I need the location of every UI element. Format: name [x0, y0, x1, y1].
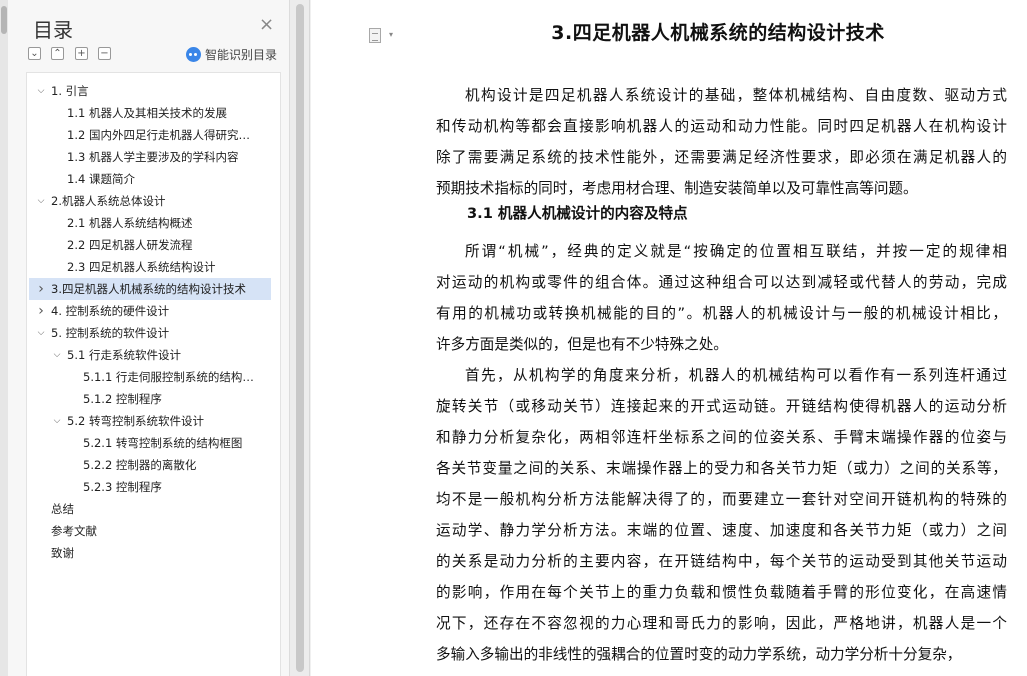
toc-item[interactable]: 1.2 国内外四足行走机器人得研究… [27, 124, 280, 146]
remove-heading-button[interactable]: − [98, 47, 111, 60]
paragraph-line: 首先，从机构学的角度来分析，机器人的机械结构可以看作有一系列连杆通过 [465, 367, 1007, 384]
paragraph-line: 除了需要满足系统的技术性能外，还需要满足经济性要求，即必须在满足机器人的 [436, 149, 1007, 166]
toc-item-label: 参考文献 [51, 524, 97, 538]
collapse-all-button[interactable]: ⌃ [51, 47, 64, 60]
paragraph-line: 多输入多输出的非线性的强耦合的位置时变的动力学系统，动力学分析十分复杂， [436, 646, 962, 663]
toc-item[interactable]: 5.2.2 控制器的离散化 [27, 454, 280, 476]
paragraph-1: 机构设计是四足机器人系统设计的基础，整体机械结构、自由度数、驱动方式和传动机构等… [436, 80, 1007, 204]
toc-item-label: 2.1 机器人系统结构概述 [67, 216, 193, 230]
toc-item[interactable]: ⌵ 5. 控制系统的软件设计 [27, 322, 280, 344]
paragraph-line: 均不是一般机构分析方法能解决得了的，而要建立一套针对空间开链机构的特殊的 [436, 491, 1007, 508]
toc-item[interactable]: 5.2.1 转弯控制系统的结构框图 [27, 432, 280, 454]
paragraph-line: 各关节变量之间的关系、末端操作器上的受力和各关节力矩（或力）之间的关系等， [436, 460, 1007, 477]
toc-item[interactable]: 1.3 机器人学主要涉及的学科内容 [27, 146, 280, 168]
toc-item[interactable]: › 4. 控制系统的硬件设计 [27, 300, 280, 322]
paragraph-line: 和传动机构等都会直接影响机器人的运动和动力性能。同时四足机器人在机构设计 [436, 118, 1007, 135]
paragraph-line: 所谓“机械”，经典的定义就是“按确定的位置相互联结，并按一定的规律相 [465, 243, 1007, 260]
paragraph-line: 的关系是动力分析的主要内容，在开链结构中，每个关节的运动受到其他关节运动 [436, 553, 1007, 570]
paragraph-3: 首先，从机构学的角度来分析，机器人的机械结构可以看作有一系列连杆通过旋转关节（或… [436, 360, 1007, 670]
toc-item-label: 致谢 [51, 546, 74, 560]
left-scrollbar-thumb[interactable] [1, 6, 7, 34]
toc-item[interactable]: 总结 [27, 498, 280, 520]
toc-item-label: 1.3 机器人学主要涉及的学科内容 [67, 150, 239, 164]
toc-item[interactable]: 1.4 课题简介 [27, 168, 280, 190]
toc-panel: 目录 × ⌄ ⌃ + − 智能识别目录 ⌵ 1. 引言 1.1 机器人及其相关技术的… [0, 0, 290, 676]
chevron-down-icon[interactable]: ⌵ [51, 344, 63, 366]
toc-scrollbar[interactable] [290, 0, 310, 676]
toc-item-label: 3.四足机器人机械系统的结构设计技术 [51, 282, 246, 296]
toc-item[interactable]: ⌵ 2.机器人系统总体设计 [27, 190, 280, 212]
smart-toc-label: 智能识别目录 [205, 48, 278, 62]
toc-item-label: 2.机器人系统总体设计 [51, 194, 166, 208]
paragraph-line: 机构设计是四足机器人系统设计的基础，整体机械结构、自由度数、驱动方式 [465, 87, 1007, 104]
paragraph-line: 对运动的机构或零件的组合体。通过这种组合可以达到减轻或代替人的劳动，完成 [436, 274, 1007, 291]
chevron-down-icon[interactable]: ⌵ [35, 80, 47, 102]
toc-item[interactable]: ⌵ 5.2 转弯控制系统软件设计 [27, 410, 280, 432]
toc-item[interactable]: › 3.四足机器人机械系统的结构设计技术 [29, 278, 271, 300]
paragraph-line: 运动学、静力学分析方法。末端的位置、速度、加速度和各关节力矩（或力）之间 [436, 522, 1007, 539]
toc-item-label: 5.1.2 控制程序 [83, 392, 162, 406]
paragraph-line: 许多方面是类似的，但是也有不少特殊之处。 [436, 336, 728, 353]
chevron-right-icon[interactable]: › [35, 300, 47, 322]
toc-item-label: 5.1.1 行走伺服控制系统的结构… [83, 370, 254, 384]
chevron-down-icon[interactable]: ⌵ [35, 190, 47, 212]
toc-item-label: 5.2.2 控制器的离散化 [83, 458, 197, 472]
close-icon[interactable]: × [259, 16, 274, 34]
toc-item-label: 1. 引言 [51, 84, 89, 98]
paragraph-line: 和静力分析复杂化，两相邻连杆坐标系之间的位姿关系、手臂末端操作器的位姿与 [436, 429, 1007, 446]
toc-item[interactable]: 5.2.3 控制程序 [27, 476, 280, 498]
toc-item-label: 5. 控制系统的软件设计 [51, 326, 170, 340]
toc-item[interactable]: 5.1.2 控制程序 [27, 388, 280, 410]
paragraph-line: 的影响，作用在每个关节上的重力负载和惯性负载随着手臂的形位变化，在高速情 [436, 584, 1007, 601]
toc-item[interactable]: 2.3 四足机器人系统结构设计 [27, 256, 280, 278]
toc-item-label: 5.2.1 转弯控制系统的结构框图 [83, 436, 243, 450]
toc-item[interactable]: 1.1 机器人及其相关技术的发展 [27, 102, 280, 124]
section-heading: 3.1 机器人机械设计的内容及特点 [467, 205, 688, 222]
document-page: ▾ 3.四足机器人机械系统的结构设计技术 机构设计是四足机器人系统设计的基础，整… [311, 0, 1027, 676]
chevron-right-icon[interactable]: › [35, 278, 47, 300]
toc-item-label: 5.2 转弯控制系统软件设计 [67, 414, 204, 428]
toc-scrollbar-thumb[interactable] [296, 4, 304, 672]
toc-item-label: 4. 控制系统的硬件设计 [51, 304, 170, 318]
toc-item-label: 1.4 课题简介 [67, 172, 135, 186]
paragraph-line: 有用的机械功或转换机械能的目的”。机器人的机械设计与一般的机械设计相比， [436, 305, 1007, 322]
ai-assistant-icon [186, 47, 201, 62]
paragraph-line: 旋转关节（或移动关节）连接起来的开式运动链。开链结构使得机器人的运动分析 [436, 398, 1007, 415]
toc-item-label: 1.2 国内外四足行走机器人得研究… [67, 128, 250, 142]
chevron-down-icon[interactable]: ⌵ [51, 410, 63, 432]
smart-toc-button[interactable]: 智能识别目录 [186, 46, 277, 63]
toc-item[interactable]: 5.1.1 行走伺服控制系统的结构… [27, 366, 280, 388]
toc-item[interactable]: 致谢 [27, 542, 280, 564]
toc-item-label: 5.2.3 控制程序 [83, 480, 162, 494]
toc-item[interactable]: ⌵ 5.1 行走系统软件设计 [27, 344, 280, 366]
add-heading-button[interactable]: + [75, 47, 88, 60]
paragraph-line: 预期技术指标的同时，考虑用材合理、制造安装简单以及可靠性高等问题。 [436, 180, 918, 197]
toc-item[interactable]: 2.1 机器人系统结构概述 [27, 212, 280, 234]
paragraph-line: 况下，还存在不容忽视的力心理和哥氏力的影响，因此，严格地讲，机器人是一个 [436, 615, 1007, 632]
toc-item-label: 1.1 机器人及其相关技术的发展 [67, 106, 227, 120]
toc-item-label: 5.1 行走系统软件设计 [67, 348, 181, 362]
toc-item[interactable]: ⌵ 1. 引言 [27, 80, 280, 102]
toc-item-label: 2.3 四足机器人系统结构设计 [67, 260, 216, 274]
paragraph-2: 所谓“机械”，经典的定义就是“按确定的位置相互联结，并按一定的规律相对运动的机构… [436, 236, 1007, 360]
chevron-down-icon[interactable]: ⌵ [35, 322, 47, 344]
toc-title: 目录 [33, 18, 73, 42]
page-title: 3.四足机器人机械系统的结构设计技术 [551, 22, 885, 44]
expand-all-button[interactable]: ⌄ [28, 47, 41, 60]
toc-list: ⌵ 1. 引言 1.1 机器人及其相关技术的发展 1.2 国内外四足行走机器人得研究…… [26, 72, 281, 676]
toc-item[interactable]: 2.2 四足机器人研发流程 [27, 234, 280, 256]
toc-item-label: 2.2 四足机器人研发流程 [67, 238, 193, 252]
left-scrollbar[interactable] [0, 0, 8, 676]
toc-item[interactable]: 参考文献 [27, 520, 280, 542]
toc-item-label: 总结 [51, 502, 74, 516]
